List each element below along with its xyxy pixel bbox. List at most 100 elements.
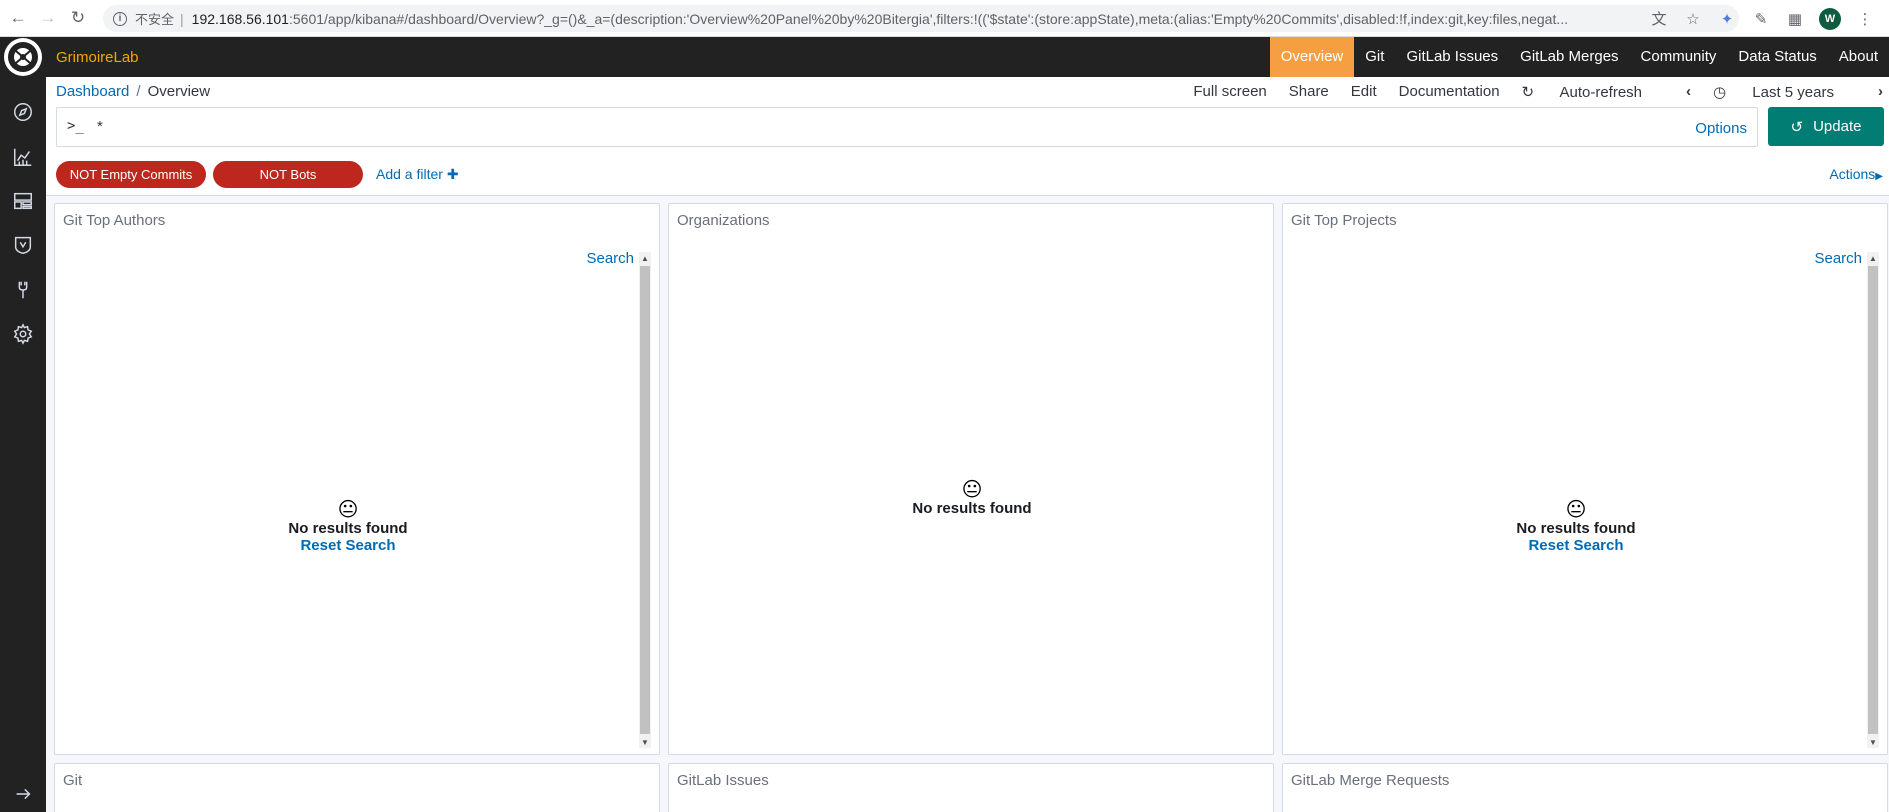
time-range-label: Last 5 years bbox=[1752, 84, 1834, 101]
search-link[interactable]: Search bbox=[586, 250, 634, 267]
scroll-up-icon[interactable]: ▲ bbox=[639, 252, 651, 264]
panel-gitlab-merge-requests: GitLab Merge Requests bbox=[1282, 763, 1888, 812]
reset-search-link[interactable]: Reset Search bbox=[1456, 537, 1696, 554]
gear-icon[interactable] bbox=[0, 317, 46, 351]
no-results-text: No results found bbox=[288, 520, 408, 537]
scroll-thumb[interactable] bbox=[640, 266, 650, 734]
neutral-face-icon: 😐 bbox=[337, 499, 359, 521]
scrollbar[interactable]: ▲ ▼ bbox=[1867, 252, 1879, 748]
translate-icon[interactable]: 文 bbox=[1649, 9, 1669, 29]
url-path: :5601/app/kibana#/dashboard/Overview?_g=… bbox=[288, 10, 1569, 27]
profile-avatar[interactable]: W bbox=[1819, 7, 1841, 30]
neutral-face-icon: 😐 bbox=[1565, 499, 1587, 521]
back-arrow-icon[interactable]: ← bbox=[6, 6, 30, 30]
kibana-sidebar bbox=[0, 37, 46, 812]
panel-title: Git bbox=[63, 772, 83, 789]
filter-actions-button[interactable]: Actions▶ bbox=[1829, 166, 1883, 182]
dashboard-icon[interactable] bbox=[0, 184, 46, 218]
browser-menu-icon[interactable]: ⋮ bbox=[1855, 9, 1875, 29]
time-range-button[interactable]: ◷ Last 5 years bbox=[1713, 83, 1856, 101]
wrench-icon[interactable] bbox=[0, 273, 46, 307]
breadcrumb: Dashboard / Overview bbox=[56, 83, 210, 100]
add-filter-button[interactable]: Add a filter ✚ bbox=[376, 166, 459, 183]
neutral-face-icon: 😐 bbox=[961, 479, 983, 501]
forward-arrow-icon[interactable]: → bbox=[36, 6, 60, 30]
add-filter-label: Add a filter bbox=[376, 166, 443, 182]
scroll-up-icon[interactable]: ▲ bbox=[1867, 252, 1879, 264]
share-button[interactable]: Share bbox=[1289, 83, 1329, 101]
menu-data-status[interactable]: Data Status bbox=[1727, 37, 1827, 77]
scroll-down-icon[interactable]: ▼ bbox=[1867, 736, 1879, 748]
insecure-label: 不安全 bbox=[135, 12, 175, 27]
breadcrumb-current: Overview bbox=[147, 83, 211, 100]
refresh-icon: ↻ bbox=[1521, 84, 1535, 101]
top-menu: Overview Git GitLab Issues GitLab Merges… bbox=[1269, 37, 1889, 77]
menu-gitlab-merges[interactable]: GitLab Merges bbox=[1509, 37, 1629, 77]
full-screen-button[interactable]: Full screen bbox=[1193, 83, 1266, 101]
extension-tool-icon[interactable]: ✎ bbox=[1751, 9, 1771, 29]
breadcrumb-separator: / bbox=[136, 83, 141, 100]
auto-refresh-label: Auto-refresh bbox=[1559, 84, 1643, 101]
update-button[interactable]: ↺ Update bbox=[1768, 107, 1884, 146]
expand-arrow-icon[interactable] bbox=[0, 777, 46, 811]
filter-pill-bots[interactable]: NOT Bots bbox=[213, 161, 363, 188]
breadcrumb-bar: Dashboard / Overview Full screen Share Edi… bbox=[46, 77, 1889, 107]
documentation-button[interactable]: Documentation bbox=[1399, 83, 1500, 101]
dashboard-actions: Full screen Share Edit Documentation ↻ A… bbox=[1193, 83, 1889, 101]
filter-bar: NOT Empty Commits NOT Bots Add a filter … bbox=[46, 154, 1889, 196]
empty-state: 😐 No results found bbox=[852, 480, 1092, 517]
kibana-logo-icon[interactable] bbox=[0, 37, 46, 77]
chart-icon[interactable] bbox=[0, 140, 46, 174]
panel-title: Organizations bbox=[677, 212, 770, 229]
menu-overview[interactable]: Overview bbox=[1269, 37, 1355, 77]
compass-icon[interactable] bbox=[0, 95, 46, 129]
plus-icon: ✚ bbox=[446, 166, 459, 182]
menu-about[interactable]: About bbox=[1828, 37, 1889, 77]
panel-title: Git Top Authors bbox=[63, 212, 166, 229]
query-text[interactable]: * bbox=[97, 118, 103, 135]
panel-title: GitLab Issues bbox=[677, 772, 769, 789]
puzzle-icon[interactable]: ▦ bbox=[1785, 9, 1805, 29]
breadcrumb-dashboard[interactable]: Dashboard bbox=[56, 83, 129, 100]
filter-pill-empty-commits[interactable]: NOT Empty Commits bbox=[56, 161, 206, 188]
scrollbar[interactable]: ▲ ▼ bbox=[639, 252, 651, 748]
site-info-icon[interactable]: i bbox=[113, 11, 127, 26]
menu-gitlab-issues[interactable]: GitLab Issues bbox=[1395, 37, 1509, 77]
query-bar: >_ * Options ↺ Update bbox=[46, 107, 1889, 154]
auto-refresh-button[interactable]: ↻ Auto-refresh bbox=[1522, 83, 1664, 101]
search-link[interactable]: Search bbox=[1814, 250, 1862, 267]
panel-gitlab-issues: GitLab Issues bbox=[668, 763, 1274, 812]
reload-icon[interactable]: ↻ bbox=[66, 6, 90, 30]
panel-title: GitLab Merge Requests bbox=[1291, 772, 1450, 789]
scroll-thumb[interactable] bbox=[1868, 266, 1878, 734]
brand-name[interactable]: GrimoireLab bbox=[56, 49, 139, 66]
menu-git[interactable]: Git bbox=[1354, 37, 1395, 77]
browser-toolbar: ← → ↻ i 不安全 | 192.168.56.101:5601/app/ki… bbox=[0, 0, 1889, 37]
browser-extensions: 文 ☆ ✦ ✎ ▦ W ⋮ bbox=[1649, 0, 1889, 37]
no-results-text: No results found bbox=[912, 500, 1032, 517]
url-separator: | bbox=[180, 10, 184, 27]
panel-git-top-projects: Git Top Projects Search ▲ ▼ 😐 No results… bbox=[1282, 203, 1888, 755]
panel-organizations: Organizations 😐 No results found bbox=[668, 203, 1274, 755]
options-button[interactable]: Options bbox=[1695, 120, 1747, 137]
url-host: 192.168.56.101 bbox=[191, 10, 289, 27]
prompt-icon: >_ bbox=[67, 118, 84, 134]
panel-git: Git bbox=[54, 763, 660, 812]
menu-community[interactable]: Community bbox=[1630, 37, 1728, 77]
query-input[interactable]: >_ * Options bbox=[56, 107, 1758, 147]
time-next-icon[interactable]: › bbox=[1878, 83, 1883, 101]
clock-icon: ◷ bbox=[1713, 84, 1727, 101]
bookmark-star-icon[interactable]: ☆ bbox=[1683, 9, 1703, 29]
scroll-down-icon[interactable]: ▼ bbox=[639, 736, 651, 748]
panel-git-top-authors: Git Top Authors Search ▲ ▼ 😐 No results … bbox=[54, 203, 660, 755]
no-results-text: No results found bbox=[1516, 520, 1636, 537]
extension-bird-icon[interactable]: ✦ bbox=[1717, 9, 1737, 29]
panel-title: Git Top Projects bbox=[1291, 212, 1397, 229]
address-bar[interactable]: i 不安全 | 192.168.56.101:5601/app/kibana#/… bbox=[103, 5, 1739, 32]
empty-state: 😐 No results found Reset Search bbox=[1456, 500, 1696, 554]
edit-button[interactable]: Edit bbox=[1351, 83, 1377, 101]
refresh-arrow-icon: ↺ bbox=[1790, 118, 1804, 136]
shield-icon[interactable] bbox=[0, 228, 46, 262]
reset-search-link[interactable]: Reset Search bbox=[228, 537, 468, 554]
time-prev-icon[interactable]: ‹ bbox=[1686, 83, 1691, 101]
